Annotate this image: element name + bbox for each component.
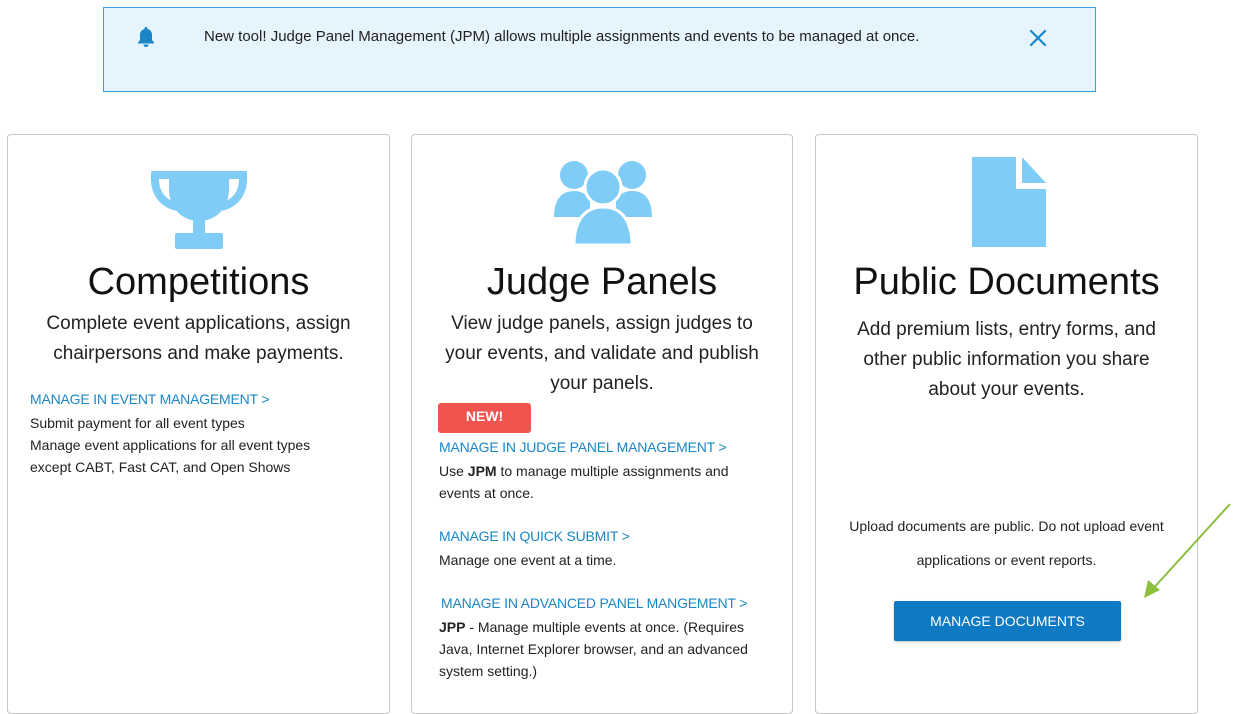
competitions-card: Competitions Complete event applications… [7,134,390,714]
manage-quick-submit-link[interactable]: MANAGE IN QUICK SUBMIT > [439,528,630,544]
jpm-note: Use JPM to manage multiple assignments a… [439,460,729,504]
bell-icon [138,27,154,47]
document-icon [972,157,1046,247]
competitions-note: except CABT, Fast CAT, and Open Shows [30,459,291,475]
judge-panels-desc-line: your events, and validate and publish [445,343,759,364]
jpp-note-text: system setting.) [439,663,538,679]
jpp-note-text: - Manage multiple events at once. (Requi… [465,619,745,635]
manage-event-management-link[interactable]: MANAGE IN EVENT MANAGEMENT > [30,391,270,407]
public-documents-description: Add premium lists, entry forms, and othe… [830,315,1183,405]
public-documents-title: Public Documents [853,261,1160,303]
judge-panels-desc-line: View judge panels, assign judges to [451,313,753,334]
arrow-annotation-icon [1144,503,1231,598]
quick-submit-note: Manage one event at a time. [439,552,617,568]
competitions-desc-line: chairpersons and make payments. [53,343,344,364]
judge-panels-desc-line: your panels. [550,373,654,394]
competitions-note: Submit payment for all event types [30,415,245,431]
trophy-icon [150,171,248,249]
people-group-icon [554,161,652,247]
public-docs-desc-line: Add premium lists, entry forms, and [857,319,1156,340]
competitions-title: Competitions [87,261,310,303]
public-docs-desc-line: about your events. [928,379,1085,400]
banner-message: New tool! Judge Panel Management (JPM) a… [204,28,920,45]
manage-judge-panel-management-link[interactable]: MANAGE IN JUDGE PANEL MANAGEMENT > [439,439,727,455]
public-documents-card: Public Documents Add premium lists, entr… [815,134,1198,714]
manage-advanced-panel-link[interactable]: MANAGE IN ADVANCED PANEL MANGEMENT > [441,595,747,611]
judge-panels-description: View judge panels, assign judges to your… [426,309,778,399]
competitions-description: Complete event applications, assign chai… [22,309,375,369]
competitions-notes: Submit payment for all event types Manag… [30,412,310,478]
competitions-desc-line: Complete event applications, assign [46,313,351,334]
jpm-bold: JPM [467,463,497,479]
judge-panels-title: Judge Panels [486,261,718,303]
jpp-note: JPP - Manage multiple events at once. (R… [439,616,748,682]
announcement-banner: New tool! Judge Panel Management (JPM) a… [103,7,1096,92]
jpm-note-text: to manage multiple assignments and [496,463,729,479]
jpm-note-text: Use [439,463,468,479]
jpm-note-text: events at once. [439,485,534,501]
jpp-note-text: Java, Internet Explorer browser, and an … [439,641,748,657]
close-icon[interactable] [1027,27,1049,49]
judge-panels-card: Judge Panels View judge panels, assign j… [411,134,793,714]
new-badge: NEW! [438,403,531,433]
manage-documents-button[interactable]: MANAGE DOCUMENTS [894,601,1121,641]
public-docs-desc-line: other public information you share [863,349,1150,370]
competitions-note: Manage event applications for all event … [30,437,311,453]
jpp-bold: JPP [439,619,466,635]
